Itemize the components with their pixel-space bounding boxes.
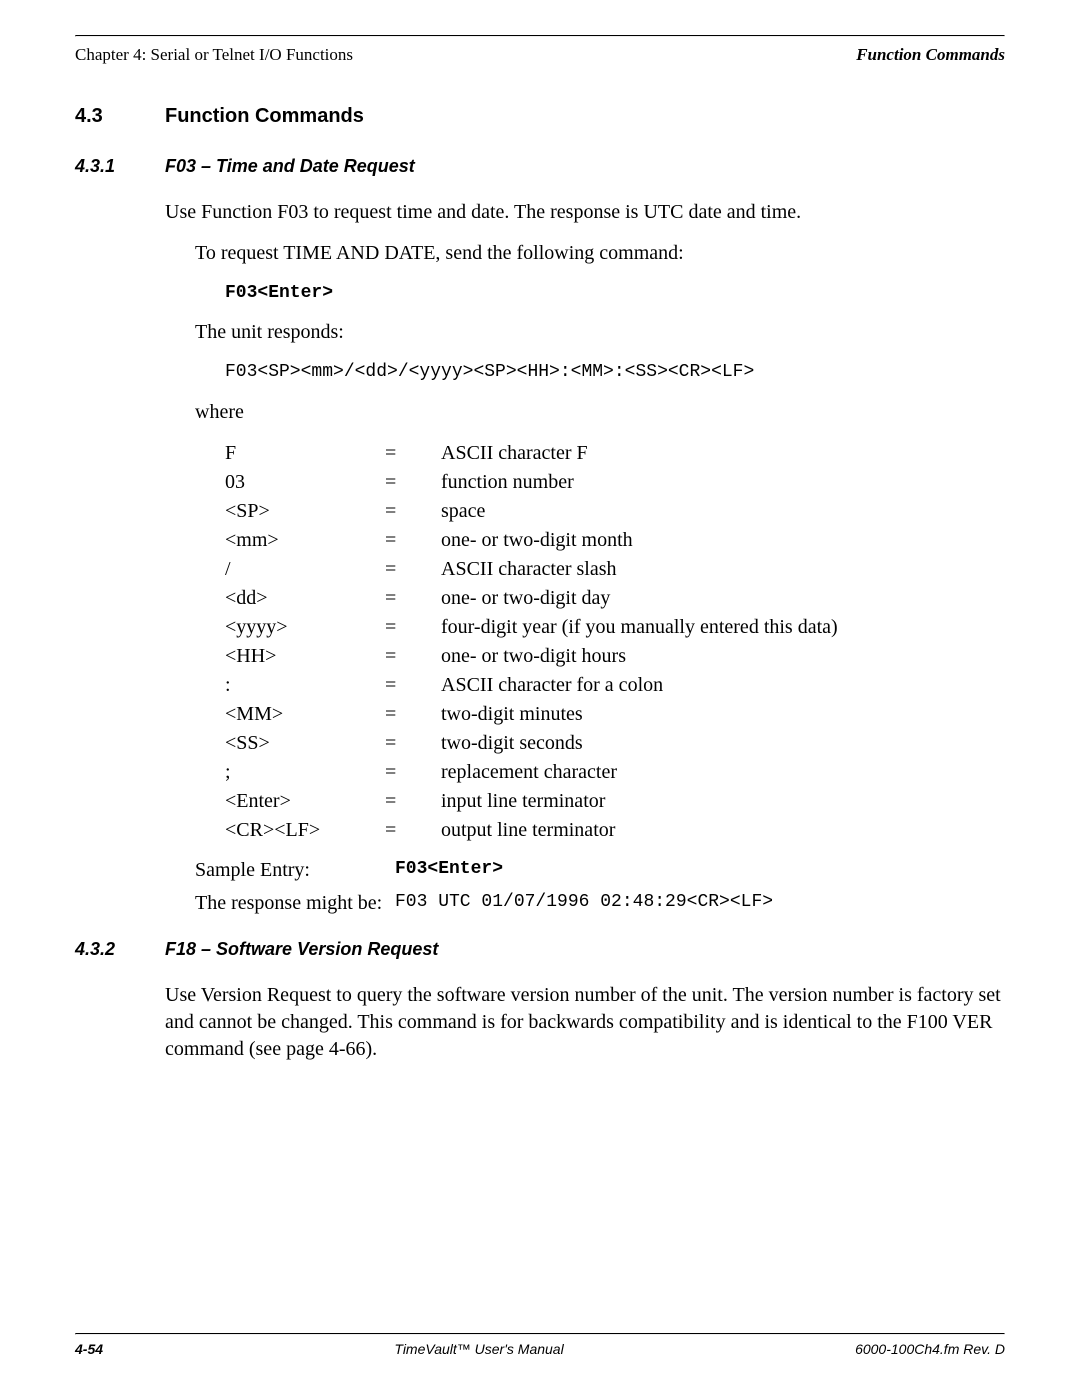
def-desc: one- or two-digit day — [441, 585, 1005, 611]
def-desc: two-digit seconds — [441, 730, 1005, 756]
def-eq: = — [385, 701, 441, 727]
sample-entry-value: F03<Enter> — [395, 859, 1005, 882]
def-row: <MM>=two-digit minutes — [225, 701, 1005, 727]
def-symbol: <mm> — [225, 527, 385, 553]
paragraph: The unit responds: — [195, 319, 1005, 346]
def-symbol: <HH> — [225, 643, 385, 669]
bottom-rule — [75, 1333, 1005, 1335]
header-right: Function Commands — [856, 45, 1005, 65]
def-eq: = — [385, 643, 441, 669]
body-432: Use Version Request to query the softwar… — [165, 982, 1005, 1063]
def-eq: = — [385, 556, 441, 582]
paragraph: Use Function F03 to request time and dat… — [165, 199, 1005, 226]
page-number: 4-54 — [75, 1341, 103, 1357]
sample-entry-row: Sample Entry: F03<Enter> — [165, 859, 1005, 882]
footer-right: 6000-100Ch4.fm Rev. D — [855, 1341, 1005, 1357]
def-row: <dd>=one- or two-digit day — [225, 585, 1005, 611]
def-symbol: <SS> — [225, 730, 385, 756]
def-symbol: <yyyy> — [225, 614, 385, 640]
definition-table: F=ASCII character F 03=function number <… — [225, 440, 1005, 843]
subsection-number: 4.3.2 — [75, 939, 165, 960]
def-eq: = — [385, 527, 441, 553]
def-eq: = — [385, 498, 441, 524]
paragraph: To request TIME AND DATE, send the follo… — [195, 240, 1005, 267]
def-eq: = — [385, 817, 441, 843]
def-desc: space — [441, 498, 1005, 524]
command-line: F03<Enter> — [225, 281, 1005, 305]
def-eq: = — [385, 614, 441, 640]
def-row: <Enter>=input line terminator — [225, 788, 1005, 814]
def-eq: = — [385, 730, 441, 756]
top-rule — [75, 35, 1005, 37]
sample-response-value: F03 UTC 01/07/1996 02:48:29<CR><LF> — [395, 892, 1005, 915]
def-eq: = — [385, 759, 441, 785]
def-symbol: <dd> — [225, 585, 385, 611]
subsection-number: 4.3.1 — [75, 156, 165, 177]
subsection-title: F03 – Time and Date Request — [165, 156, 415, 177]
where-label: where — [195, 399, 1005, 426]
subsection-title: F18 – Software Version Request — [165, 939, 438, 960]
def-desc: ASCII character F — [441, 440, 1005, 466]
header-left: Chapter 4: Serial or Telnet I/O Function… — [75, 45, 353, 65]
sample-response-row: The response might be: F03 UTC 01/07/199… — [165, 892, 1005, 915]
def-desc: two-digit minutes — [441, 701, 1005, 727]
page: Chapter 4: Serial or Telnet I/O Function… — [0, 0, 1080, 1397]
def-symbol: 03 — [225, 469, 385, 495]
def-eq: = — [385, 469, 441, 495]
section-heading: 4.3 Function Commands — [75, 105, 1005, 128]
paragraph: Use Version Request to query the softwar… — [165, 982, 1005, 1063]
def-row: F=ASCII character F — [225, 440, 1005, 466]
def-row: ;=replacement character — [225, 759, 1005, 785]
def-desc: four-digit year (if you manually entered… — [441, 614, 1005, 640]
def-row: 03=function number — [225, 469, 1005, 495]
def-eq: = — [385, 585, 441, 611]
def-row: <SP>=space — [225, 498, 1005, 524]
def-desc: output line terminator — [441, 817, 1005, 843]
sample-entry-label: Sample Entry: — [195, 859, 395, 882]
def-row: <SS>=two-digit seconds — [225, 730, 1005, 756]
def-row: :=ASCII character for a colon — [225, 672, 1005, 698]
def-row: <yyyy>=four-digit year (if you manually … — [225, 614, 1005, 640]
subsection-heading-431: 4.3.1 F03 – Time and Date Request — [75, 156, 1005, 177]
def-desc: input line terminator — [441, 788, 1005, 814]
def-row: <CR><LF>=output line terminator — [225, 817, 1005, 843]
running-header: Chapter 4: Serial or Telnet I/O Function… — [75, 45, 1005, 65]
def-desc: replacement character — [441, 759, 1005, 785]
subsection-heading-432: 4.3.2 F18 – Software Version Request — [75, 939, 1005, 960]
def-desc: ASCII character slash — [441, 556, 1005, 582]
def-row: <HH>=one- or two-digit hours — [225, 643, 1005, 669]
footer: 4-54 TimeVault™ User's Manual 6000-100Ch… — [75, 1333, 1005, 1357]
def-symbol: F — [225, 440, 385, 466]
section-number: 4.3 — [75, 105, 165, 128]
section-title: Function Commands — [165, 105, 364, 128]
def-symbol: <Enter> — [225, 788, 385, 814]
def-desc: one- or two-digit hours — [441, 643, 1005, 669]
def-eq: = — [385, 672, 441, 698]
footer-center: TimeVault™ User's Manual — [394, 1341, 563, 1357]
def-symbol: <SP> — [225, 498, 385, 524]
def-row: /=ASCII character slash — [225, 556, 1005, 582]
sample-response-label: The response might be: — [195, 892, 395, 915]
def-symbol: <MM> — [225, 701, 385, 727]
def-eq: = — [385, 440, 441, 466]
def-symbol: / — [225, 556, 385, 582]
def-eq: = — [385, 788, 441, 814]
def-desc: function number — [441, 469, 1005, 495]
def-desc: ASCII character for a colon — [441, 672, 1005, 698]
response-line: F03<SP><mm>/<dd>/<yyyy><SP><HH>:<MM>:<SS… — [225, 360, 1005, 384]
def-symbol: : — [225, 672, 385, 698]
body-431: Use Function F03 to request time and dat… — [165, 199, 1005, 915]
def-desc: one- or two-digit month — [441, 527, 1005, 553]
def-symbol: <CR><LF> — [225, 817, 385, 843]
def-row: <mm>=one- or two-digit month — [225, 527, 1005, 553]
def-symbol: ; — [225, 759, 385, 785]
